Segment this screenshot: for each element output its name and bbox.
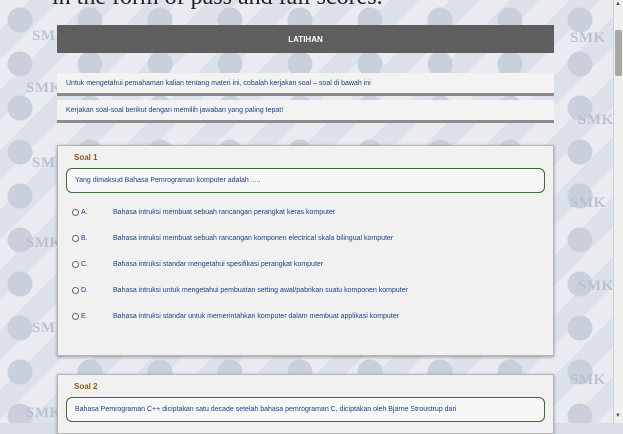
question-title: Soal 2 (74, 381, 98, 391)
scroll-thumb[interactable] (615, 30, 622, 76)
heading-text: in the form of pass and fail scores. (52, 0, 383, 11)
radio-button-icon[interactable] (72, 260, 79, 268)
option-text: Bahasa intruksi standar untuk memerintah… (113, 312, 399, 320)
question-card-1: Soal 1 Yang dimaksud Bahasa Pemrograman … (57, 145, 554, 356)
latihan-header: LATIHAN (57, 25, 554, 53)
header-title: LATIHAN (288, 34, 323, 44)
radio-button-icon[interactable] (72, 234, 79, 242)
question-text: Yang dimaksud Bahasa Pemrograman kompute… (66, 168, 545, 193)
scroll-up-icon[interactable]: ▲ (615, 1, 621, 7)
watermark-logo: SMK (578, 112, 614, 128)
answer-option-d[interactable]: D. Bahasa intruksi untuk mengetahui pemb… (72, 277, 553, 303)
instruction-text: Untuk mengetahui pemahaman kalian tentan… (66, 79, 371, 87)
radio-button-icon[interactable] (72, 312, 79, 320)
instruction-box: Kerjakan soal-soal berikut dengan memili… (57, 100, 554, 123)
option-letter: A. (81, 208, 88, 216)
option-letter: B. (81, 234, 88, 242)
watermark-logo: SMK (570, 30, 606, 46)
answer-option-b[interactable]: B. Bahasa intruksi membuat sebuah rancan… (72, 225, 553, 251)
option-letter: D. (81, 286, 88, 294)
option-letter: E. (81, 312, 88, 320)
scroll-down-icon[interactable]: ▼ (615, 413, 621, 419)
question-title: Soal 1 (74, 152, 98, 162)
question-card-2: Soal 2 Bahasa Pemrograman C++ diciptakan… (57, 374, 554, 434)
option-text: Bahasa intruksi standar mengetahui spesi… (113, 260, 324, 268)
answer-option-c[interactable]: C. Bahasa intruksi standar mengetahui sp… (72, 251, 553, 277)
page-heading-fragment: in the form of pass and fail scores. (0, 0, 623, 12)
answer-options: A. Bahasa intruksi membuat sebuah rancan… (58, 193, 553, 329)
option-letter: C. (81, 260, 88, 268)
instruction-box: Untuk mengetahui pemahaman kalian tentan… (57, 73, 554, 96)
radio-button-icon[interactable] (72, 208, 79, 216)
option-text: Bahasa intruksi untuk mengetahui pembuat… (113, 286, 408, 294)
instruction-text: Kerjakan soal-soal berikut dengan memili… (66, 106, 284, 114)
vertical-scrollbar[interactable]: ▲ ▼ (613, 0, 623, 423)
answer-option-e[interactable]: E. Bahasa intruksi standar untuk memerin… (72, 303, 553, 329)
watermark-logo: SMK (578, 278, 614, 294)
watermark-logo: SMK (570, 195, 606, 211)
option-text: Bahasa intruksi membuat sebuah rancangan… (113, 208, 336, 216)
option-text: Bahasa intruksi membuat sebuah rancangan… (113, 234, 394, 242)
watermark-logo: SMK (570, 372, 606, 388)
answer-option-a[interactable]: A. Bahasa intruksi membuat sebuah rancan… (72, 199, 553, 225)
question-text: Bahasa Pemrograman C++ diciptakan satu d… (66, 397, 545, 422)
radio-button-icon[interactable] (72, 286, 79, 294)
